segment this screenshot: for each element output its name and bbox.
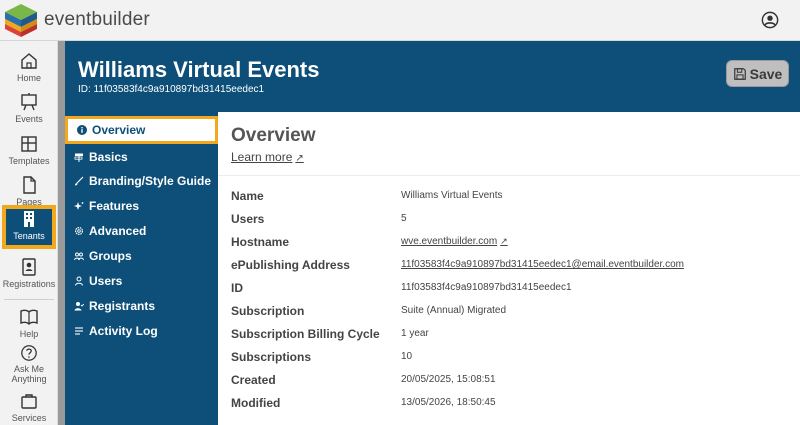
rail-label-line2: Anything — [11, 374, 47, 384]
nav-label: Registrants — [89, 298, 156, 313]
hostname-link[interactable]: wve.eventbuilder.com ↗ — [401, 236, 508, 247]
nav-item-advanced[interactable]: Advanced — [65, 218, 218, 243]
external-link-icon: ↗ — [295, 153, 304, 164]
top-bar: eventbuilder — [0, 0, 800, 41]
nav-item-registrants[interactable]: Registrants — [65, 293, 218, 318]
field-label-created: Created — [231, 373, 276, 387]
account-avatar-icon[interactable] — [761, 11, 779, 29]
save-button[interactable]: Save — [726, 60, 789, 87]
field-value-created: 20/05/2025, 15:08:51 — [401, 374, 496, 385]
user-icon — [75, 276, 83, 286]
easel-icon — [21, 93, 37, 111]
rail-label: Ask Me Anything — [11, 364, 46, 384]
rail-item-events[interactable]: Events — [0, 88, 58, 133]
rail-item-templates[interactable]: Templates — [0, 130, 58, 175]
floppy-disk-icon — [733, 67, 746, 80]
field-value-subscription: Suite (Annual) Migrated — [401, 305, 507, 316]
registrant-icon — [74, 301, 84, 310]
nav-label: Branding/Style Guide — [89, 173, 212, 188]
field-label-id: ID — [231, 281, 243, 295]
nav-item-activity-log[interactable]: Activity Log — [65, 318, 218, 343]
field-value-users: 5 — [401, 213, 407, 224]
rail-label: Registrations — [2, 279, 56, 289]
save-button-label: Save — [749, 65, 783, 82]
rail-label: Services — [11, 413, 47, 423]
nav-label: Groups — [89, 248, 132, 263]
info-icon — [77, 125, 87, 135]
external-link-icon: ↗ — [500, 236, 508, 246]
rail-item-services[interactable]: Services — [0, 387, 58, 425]
field-label-hostname: Hostname — [231, 235, 290, 249]
building-icon — [24, 211, 34, 227]
nav-label: Activity Log — [89, 323, 158, 338]
rail-label: Home — [16, 73, 41, 83]
briefcase-icon — [21, 394, 37, 409]
list-icon — [75, 326, 83, 335]
brush-icon — [75, 176, 84, 185]
field-value-subscriptions: 10 — [401, 351, 413, 362]
section-divider — [218, 175, 800, 176]
rail-divider — [4, 299, 54, 300]
rail-label: Tenants — [13, 231, 45, 241]
field-value-billing-cycle: 1 year — [401, 328, 429, 339]
nav-label: Advanced — [89, 223, 147, 238]
learn-more-link[interactable]: Learn more ↗ — [231, 150, 304, 164]
page-icon — [23, 176, 36, 194]
rail-label: Help — [19, 329, 39, 339]
rail-item-ask-me-anything[interactable]: Ask Me Anything — [0, 340, 58, 384]
nav-item-groups[interactable]: Groups — [65, 243, 218, 268]
nav-item-users[interactable]: Users — [65, 268, 218, 293]
nav-label: Basics — [89, 149, 128, 164]
gear-icon — [74, 226, 84, 235]
hostname-link-label: wve.eventbuilder.com — [401, 236, 498, 247]
rail-item-tenants[interactable]: Tenants — [2, 205, 56, 249]
field-label-epublishing: ePublishing Address — [231, 258, 350, 272]
nav-label: Overview — [92, 123, 146, 137]
nav-item-features[interactable]: Features — [65, 193, 218, 218]
field-label-subscriptions: Subscriptions — [231, 350, 312, 364]
signpost-icon — [74, 153, 83, 162]
eventbuilder-logo-icon[interactable] — [4, 3, 38, 38]
book-icon — [20, 309, 38, 325]
field-label-subscription: Subscription — [231, 304, 305, 318]
epublishing-address-link[interactable]: 11f03583f4c9a910897bd31415eedec1@email.e… — [401, 259, 684, 270]
nav-item-overview[interactable]: Overview — [65, 116, 218, 144]
section-title: Overview — [231, 125, 316, 146]
id-badge-icon — [22, 258, 36, 276]
field-value-modified: 13/05/2026, 18:50:45 — [401, 397, 496, 408]
home-icon — [21, 53, 37, 69]
rail-item-home[interactable]: Home — [0, 47, 58, 92]
sparkle-icon — [74, 201, 84, 210]
field-label-modified: Modified — [231, 396, 281, 410]
nav-label: Users — [89, 273, 123, 288]
field-value-name: Williams Virtual Events — [401, 190, 503, 201]
rail-label: Templates — [8, 156, 50, 166]
layout-icon — [21, 136, 37, 152]
rail-item-registrations[interactable]: Registrations — [0, 253, 58, 298]
nav-label: Features — [89, 198, 140, 213]
question-icon — [21, 345, 37, 361]
learn-more-label: Learn more — [231, 150, 293, 164]
field-label-users: Users — [231, 212, 265, 226]
rail-scrollbar[interactable] — [58, 41, 65, 425]
nav-item-branding[interactable]: Branding/Style Guide — [65, 168, 218, 193]
field-label-name: Name — [231, 189, 264, 203]
nav-item-basics[interactable]: Basics — [65, 144, 218, 169]
group-icon — [74, 252, 84, 260]
rail-label: Events — [15, 114, 43, 124]
rail-label-line1: Ask Me — [13, 364, 44, 374]
brand-name: eventbuilder — [44, 9, 150, 30]
field-label-billing-cycle: Subscription Billing Cycle — [231, 327, 380, 341]
field-value-id: 11f03583f4c9a910897bd31415eedec1 — [401, 282, 572, 293]
tenant-id-line: ID: 11f03583f4c9a910897bd31415eedec1 — [78, 84, 265, 95]
page-title: Williams Virtual Events — [78, 57, 320, 82]
